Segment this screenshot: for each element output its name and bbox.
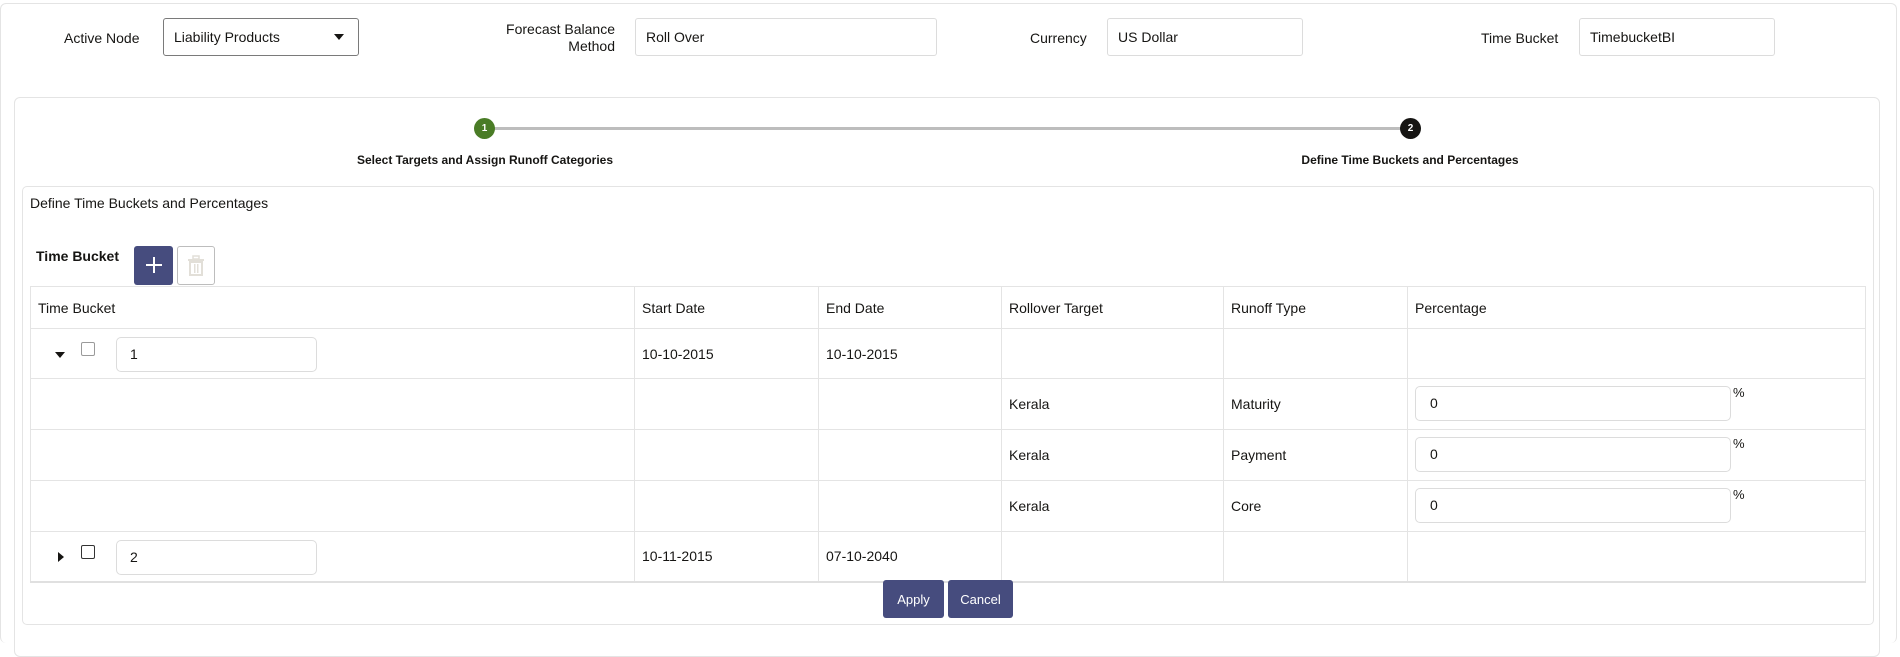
runoff-type-cell: Maturity	[1223, 378, 1408, 430]
column-header-end-date[interactable]: End Date	[818, 286, 1002, 329]
table-header-row: Time Bucket Start Date End Date Rollover…	[30, 286, 1866, 329]
active-node-value: Liability Products	[174, 29, 280, 45]
currency-field[interactable]: US Dollar	[1107, 18, 1303, 56]
runoff-type-cell: Core	[1223, 480, 1408, 532]
percentage-cell	[1407, 531, 1866, 582]
row-checkbox[interactable]	[81, 545, 95, 559]
step-1-indicator[interactable]: 1	[474, 118, 495, 139]
start-date-cell: 10-10-2015	[634, 328, 819, 379]
rollover-target-cell	[1001, 531, 1224, 582]
percent-sign: %	[1733, 487, 1745, 502]
step-2-label[interactable]: Define Time Buckets and Percentages	[1301, 153, 1518, 167]
forecast-method-label-line1: Forecast Balance	[506, 21, 615, 37]
stepper-track	[485, 127, 1410, 130]
column-header-runoff-type[interactable]: Runoff Type	[1223, 286, 1408, 329]
runoff-type-cell: Payment	[1223, 429, 1408, 481]
rollover-target-cell	[1001, 328, 1224, 379]
step-2-indicator[interactable]: 2	[1400, 118, 1421, 139]
empty-cell	[818, 378, 1002, 430]
table-row: Kerala Payment 0 %	[30, 429, 1866, 481]
forecast-method-field[interactable]: Roll Over	[635, 18, 937, 56]
runoff-type-cell	[1223, 328, 1408, 379]
rollover-target-cell: Kerala	[1001, 429, 1224, 481]
active-node-select[interactable]: Liability Products	[163, 18, 359, 56]
empty-cell	[818, 480, 1002, 532]
time-bucket-cell: 1	[30, 328, 635, 379]
percentage-input[interactable]: 0	[1415, 488, 1731, 523]
table-row: Kerala Maturity 0 %	[30, 378, 1866, 430]
rollover-target-cell: Kerala	[1001, 480, 1224, 532]
column-header-start-date[interactable]: Start Date	[634, 286, 819, 329]
runoff-type-cell	[1223, 531, 1408, 582]
empty-cell	[818, 429, 1002, 481]
time-bucket-input[interactable]: 1	[116, 337, 317, 372]
delete-time-bucket-button[interactable]	[177, 246, 215, 285]
percentage-cell: 0 %	[1407, 378, 1866, 430]
table-row: 2 10-11-2015 07-10-2040	[30, 531, 1866, 582]
empty-cell	[634, 429, 819, 481]
column-header-time-bucket[interactable]: Time Bucket	[30, 286, 635, 329]
empty-cell	[30, 378, 635, 430]
time-bucket-label: Time Bucket	[1481, 30, 1559, 46]
panel-title: Define Time Buckets and Percentages	[30, 195, 269, 211]
expand-caret-icon[interactable]	[58, 552, 64, 562]
chevron-down-icon	[334, 34, 344, 40]
rollover-target-cell: Kerala	[1001, 378, 1224, 430]
table-row: 1 10-10-2015 10-10-2015	[30, 328, 1866, 379]
percentage-input[interactable]: 0	[1415, 437, 1731, 472]
currency-label: Currency	[1030, 30, 1087, 46]
trash-icon	[188, 255, 204, 276]
empty-cell	[30, 480, 635, 532]
percentage-cell: 0 %	[1407, 429, 1866, 481]
percent-sign: %	[1733, 436, 1745, 451]
end-date-cell: 07-10-2040	[818, 531, 1002, 582]
table-row: Kerala Core 0 %	[30, 480, 1866, 532]
forecast-method-label-line2: Method	[568, 38, 615, 54]
toolbar-label: Time Bucket	[36, 248, 119, 264]
end-date-cell: 10-10-2015	[818, 328, 1002, 379]
column-header-percentage[interactable]: Percentage	[1407, 286, 1866, 329]
column-header-rollover-target[interactable]: Rollover Target	[1001, 286, 1224, 329]
add-time-bucket-button[interactable]	[134, 246, 173, 285]
percentage-cell: 0 %	[1407, 480, 1866, 532]
time-buckets-table: Time Bucket Start Date End Date Rollover…	[30, 286, 1866, 583]
percentage-input[interactable]: 0	[1415, 386, 1731, 421]
empty-cell	[30, 429, 635, 481]
empty-cell	[634, 480, 819, 532]
start-date-cell: 10-11-2015	[634, 531, 819, 582]
apply-button[interactable]: Apply	[883, 580, 944, 618]
forecast-method-label: Forecast Balance Method	[500, 21, 615, 55]
empty-cell	[634, 378, 819, 430]
active-node-label: Active Node	[64, 30, 140, 46]
collapse-caret-icon[interactable]	[55, 352, 65, 358]
time-bucket-cell: 2	[30, 531, 635, 582]
time-bucket-input[interactable]: 2	[116, 540, 317, 575]
step-1-label[interactable]: Select Targets and Assign Runoff Categor…	[357, 153, 613, 167]
cancel-button[interactable]: Cancel	[948, 580, 1013, 618]
percentage-cell	[1407, 328, 1866, 379]
row-checkbox[interactable]	[81, 342, 95, 356]
time-bucket-field[interactable]: TimebucketBI	[1579, 18, 1775, 56]
percent-sign: %	[1733, 385, 1745, 400]
